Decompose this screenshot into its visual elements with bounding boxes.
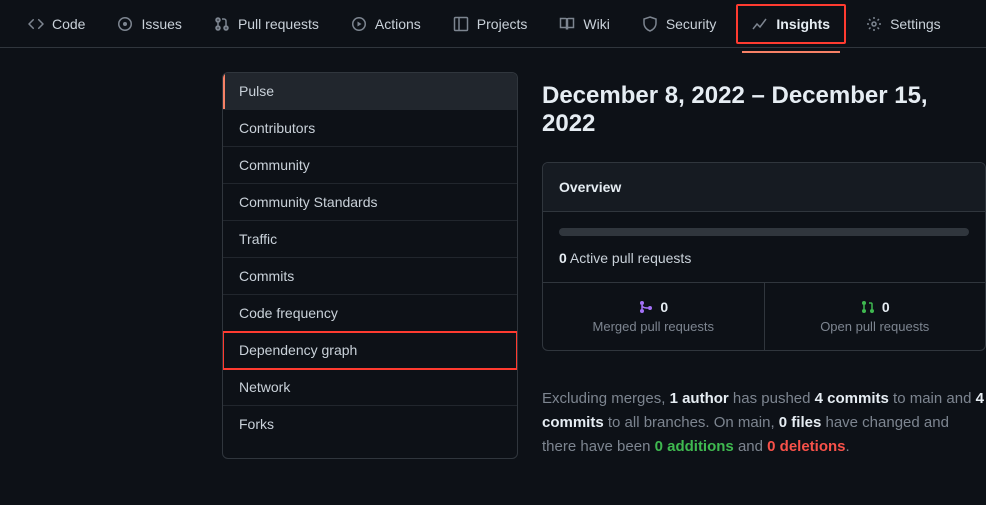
sidebar-item-dependency-graph[interactable]: Dependency graph: [223, 332, 517, 369]
tab-label: Pull requests: [238, 16, 319, 32]
sidebar-item-community-standards[interactable]: Community Standards: [223, 184, 517, 221]
merged-pr-stat[interactable]: 0 Merged pull requests: [543, 283, 765, 350]
code-icon: [28, 16, 44, 32]
graph-icon: [752, 16, 768, 32]
tab-label: Settings: [890, 16, 941, 32]
pr-icon: [214, 16, 230, 32]
sidebar-item-network[interactable]: Network: [223, 369, 517, 406]
tab-settings[interactable]: Settings: [854, 8, 953, 40]
tab-label: Code: [52, 16, 85, 32]
pr-stats-row: 0 Merged pull requests 0 Open pull reque…: [543, 283, 985, 350]
play-icon: [351, 16, 367, 32]
activity-bar: [559, 228, 969, 236]
sidebar-item-traffic[interactable]: Traffic: [223, 221, 517, 258]
active-pr-summary: 0 Active pull requests: [543, 244, 985, 283]
tab-wiki[interactable]: Wiki: [547, 8, 621, 40]
open-count: 0: [882, 299, 890, 315]
open-pr-icon: [860, 299, 876, 315]
book-icon: [559, 16, 575, 32]
active-pr-label: Active pull requests: [570, 250, 691, 266]
repo-nav: Code Issues Pull requests Actions Projec…: [0, 0, 986, 48]
tab-issues[interactable]: Issues: [105, 8, 193, 40]
sidebar-item-community[interactable]: Community: [223, 147, 517, 184]
active-pr-count: 0: [559, 250, 567, 266]
tab-code[interactable]: Code: [16, 8, 97, 40]
tab-label: Actions: [375, 16, 421, 32]
tab-actions[interactable]: Actions: [339, 8, 433, 40]
sidebar-item-contributors[interactable]: Contributors: [223, 110, 517, 147]
date-range-heading: December 8, 2022 – December 15, 2022: [542, 82, 986, 138]
tab-label: Security: [666, 16, 717, 32]
sidebar-item-forks[interactable]: Forks: [223, 406, 517, 442]
tab-label: Wiki: [583, 16, 609, 32]
sidebar-item-commits[interactable]: Commits: [223, 258, 517, 295]
insights-sidebar: Pulse Contributors Community Community S…: [222, 72, 518, 459]
tab-projects[interactable]: Projects: [441, 8, 540, 40]
sidebar-item-code-frequency[interactable]: Code frequency: [223, 295, 517, 332]
activity-bar-row: [543, 212, 985, 244]
merge-icon: [638, 299, 654, 315]
sidebar-item-pulse[interactable]: Pulse: [223, 73, 517, 110]
highlight-insights: Insights: [736, 4, 846, 44]
tab-security[interactable]: Security: [630, 8, 729, 40]
tab-label: Projects: [477, 16, 528, 32]
tab-pull-requests[interactable]: Pull requests: [202, 8, 331, 40]
main-content: December 8, 2022 – December 15, 2022 Ove…: [518, 72, 986, 459]
project-icon: [453, 16, 469, 32]
overview-card: Overview 0 Active pull requests 0 Merged…: [542, 162, 986, 351]
overview-title: Overview: [543, 163, 985, 212]
tab-label: Insights: [776, 16, 830, 32]
tab-insights[interactable]: Insights: [740, 8, 842, 40]
merged-label: Merged pull requests: [559, 319, 748, 334]
merged-count: 0: [660, 299, 668, 315]
open-label: Open pull requests: [781, 319, 970, 334]
issue-icon: [117, 16, 133, 32]
shield-icon: [642, 16, 658, 32]
pulse-summary: Excluding merges, 1 author has pushed 4 …: [542, 387, 986, 459]
tab-label: Issues: [141, 16, 181, 32]
open-pr-stat[interactable]: 0 Open pull requests: [765, 283, 986, 350]
gear-icon: [866, 16, 882, 32]
